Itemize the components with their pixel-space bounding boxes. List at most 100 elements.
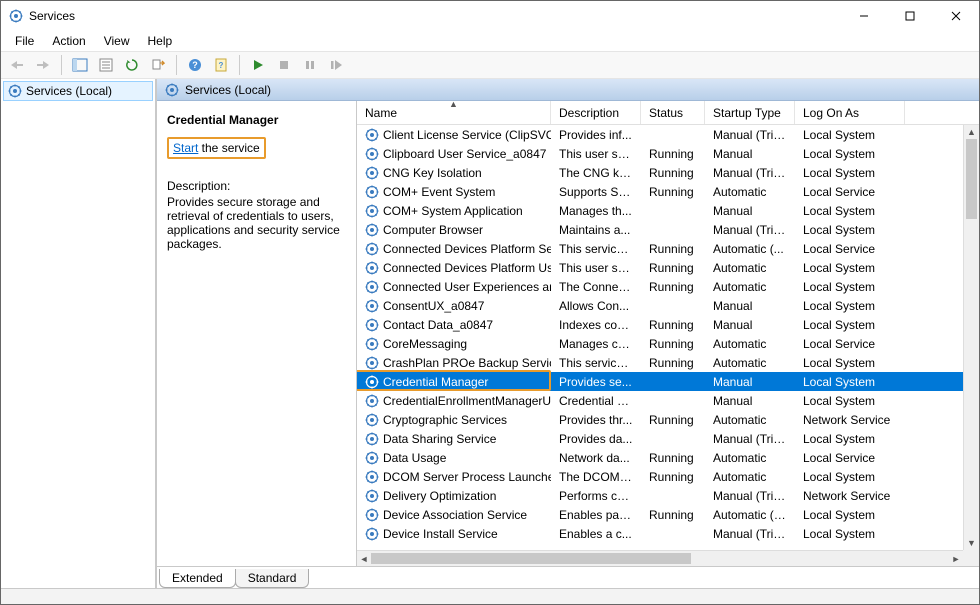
service-startup-type: Manual (Trig... <box>705 166 795 180</box>
services-icon <box>8 84 22 98</box>
scroll-up-button[interactable]: ▲ <box>964 125 979 139</box>
maximize-button[interactable] <box>887 1 933 31</box>
service-row[interactable]: Contact Data_a0847Indexes con...RunningM… <box>357 315 979 334</box>
results-header-label: Services (Local) <box>185 83 271 97</box>
service-row[interactable]: Data Sharing ServiceProvides da...Manual… <box>357 429 979 448</box>
service-row[interactable]: Cryptographic ServicesProvides thr...Run… <box>357 410 979 429</box>
service-description: Allows Con... <box>551 299 641 313</box>
column-name[interactable]: ▲ Name <box>357 101 551 124</box>
service-row[interactable]: Credential ManagerProvides se...ManualLo… <box>357 372 979 391</box>
service-name: Delivery Optimization <box>383 489 496 503</box>
service-startup-type: Manual (Trig... <box>705 527 795 541</box>
service-name: CoreMessaging <box>383 337 467 351</box>
tree-item-services-local[interactable]: Services (Local) <box>3 81 153 101</box>
tab-standard[interactable]: Standard <box>235 569 310 588</box>
export-list-button[interactable] <box>146 53 170 77</box>
service-row[interactable]: COM+ System ApplicationManages th...Manu… <box>357 201 979 220</box>
service-name: Device Association Service <box>383 508 527 522</box>
service-row[interactable]: DCOM Server Process LauncherThe DCOML...… <box>357 467 979 486</box>
service-startup-type: Manual <box>705 299 795 313</box>
service-icon <box>365 508 379 522</box>
service-row[interactable]: CoreMessagingManages co...RunningAutomat… <box>357 334 979 353</box>
service-status: Running <box>641 470 705 484</box>
service-logon-as: Local System <box>795 508 905 522</box>
scroll-right-button[interactable]: ► <box>949 551 963 566</box>
service-row[interactable]: CrashPlan PROe Backup ServiceThis servic… <box>357 353 979 372</box>
scroll-thumb[interactable] <box>371 553 691 564</box>
service-row[interactable]: Clipboard User Service_a0847This user se… <box>357 144 979 163</box>
service-row[interactable]: Device Association ServiceEnables pair..… <box>357 505 979 524</box>
minimize-button[interactable] <box>841 1 887 31</box>
column-startup-type[interactable]: Startup Type <box>705 101 795 124</box>
nav-back-button[interactable] <box>5 53 29 77</box>
column-status[interactable]: Status <box>641 101 705 124</box>
service-row[interactable]: ConsentUX_a0847Allows Con...ManualLocal … <box>357 296 979 315</box>
service-name: CrashPlan PROe Backup Service <box>383 356 551 370</box>
properties-button[interactable] <box>94 53 118 77</box>
service-row[interactable]: Connected Devices Platform Us...This use… <box>357 258 979 277</box>
service-name: COM+ Event System <box>383 185 495 199</box>
service-startup-type: Manual <box>705 147 795 161</box>
vertical-scrollbar[interactable]: ▲ ▼ <box>963 125 979 550</box>
start-service-link[interactable]: Start <box>173 141 198 155</box>
service-name: Connected Devices Platform Us... <box>383 261 551 275</box>
task-pane: Credential Manager Start the service Des… <box>157 101 357 566</box>
service-row[interactable]: Delivery OptimizationPerforms co...Manua… <box>357 486 979 505</box>
column-description[interactable]: Description <box>551 101 641 124</box>
console-tree[interactable]: Services (Local) <box>1 79 156 588</box>
service-row[interactable]: Client License Service (ClipSVC)Provides… <box>357 125 979 144</box>
service-description: Enables a c... <box>551 527 641 541</box>
help-topics-button[interactable]: ? <box>209 53 233 77</box>
nav-forward-button[interactable] <box>31 53 55 77</box>
service-row[interactable]: CredentialEnrollmentManagerU...Credentia… <box>357 391 979 410</box>
service-status: Running <box>641 356 705 370</box>
service-row[interactable]: Data UsageNetwork da...RunningAutomaticL… <box>357 448 979 467</box>
scroll-left-button[interactable]: ◄ <box>357 551 371 566</box>
service-description: Credential E... <box>551 394 641 408</box>
service-description: Manages co... <box>551 337 641 351</box>
close-button[interactable] <box>933 1 979 31</box>
scroll-down-button[interactable]: ▼ <box>964 536 979 550</box>
service-row[interactable]: Connected Devices Platform Se...This ser… <box>357 239 979 258</box>
service-name: Contact Data_a0847 <box>383 318 493 332</box>
tab-extended[interactable]: Extended <box>159 569 236 588</box>
service-row[interactable]: Connected User Experiences an...The Conn… <box>357 277 979 296</box>
menu-help[interactable]: Help <box>140 32 181 50</box>
show-hide-tree-button[interactable] <box>68 53 92 77</box>
service-logon-as: Local System <box>795 166 905 180</box>
service-row[interactable]: Computer BrowserMaintains a...Manual (Tr… <box>357 220 979 239</box>
service-name: Clipboard User Service_a0847 <box>383 147 546 161</box>
service-startup-type: Automatic <box>705 470 795 484</box>
titlebar: Services <box>1 1 979 31</box>
menu-view[interactable]: View <box>96 32 138 50</box>
service-logon-as: Network Service <box>795 489 905 503</box>
column-headers: ▲ Name Description Status Startup Type L… <box>357 101 979 125</box>
service-startup-type: Automatic <box>705 356 795 370</box>
service-logon-as: Network Service <box>795 413 905 427</box>
menu-action[interactable]: Action <box>44 32 93 50</box>
service-name: Connected Devices Platform Se... <box>383 242 551 256</box>
service-startup-type: Automatic <box>705 451 795 465</box>
column-log-on-as[interactable]: Log On As <box>795 101 905 124</box>
service-description: This service ... <box>551 356 641 370</box>
service-row[interactable]: COM+ Event SystemSupports Sy...RunningAu… <box>357 182 979 201</box>
service-logon-as: Local System <box>795 375 905 389</box>
service-row[interactable]: CNG Key IsolationThe CNG ke...RunningMan… <box>357 163 979 182</box>
service-icon <box>365 318 379 332</box>
stop-service-button[interactable] <box>272 53 296 77</box>
services-list[interactable]: ▲ Name Description Status Startup Type L… <box>357 101 979 566</box>
service-row[interactable]: Device Install ServiceEnables a c...Manu… <box>357 524 979 543</box>
start-service-button[interactable] <box>246 53 270 77</box>
restart-service-button[interactable] <box>324 53 348 77</box>
scroll-thumb[interactable] <box>966 139 977 219</box>
service-status: Running <box>641 508 705 522</box>
pause-service-button[interactable] <box>298 53 322 77</box>
app-icon <box>9 9 23 23</box>
horizontal-scrollbar[interactable]: ◄ ► <box>357 550 963 566</box>
refresh-button[interactable] <box>120 53 144 77</box>
toolbar-separator <box>176 55 177 75</box>
help-button[interactable]: ? <box>183 53 207 77</box>
service-name: Connected User Experiences an... <box>383 280 551 294</box>
service-description: Performs co... <box>551 489 641 503</box>
menu-file[interactable]: File <box>7 32 42 50</box>
